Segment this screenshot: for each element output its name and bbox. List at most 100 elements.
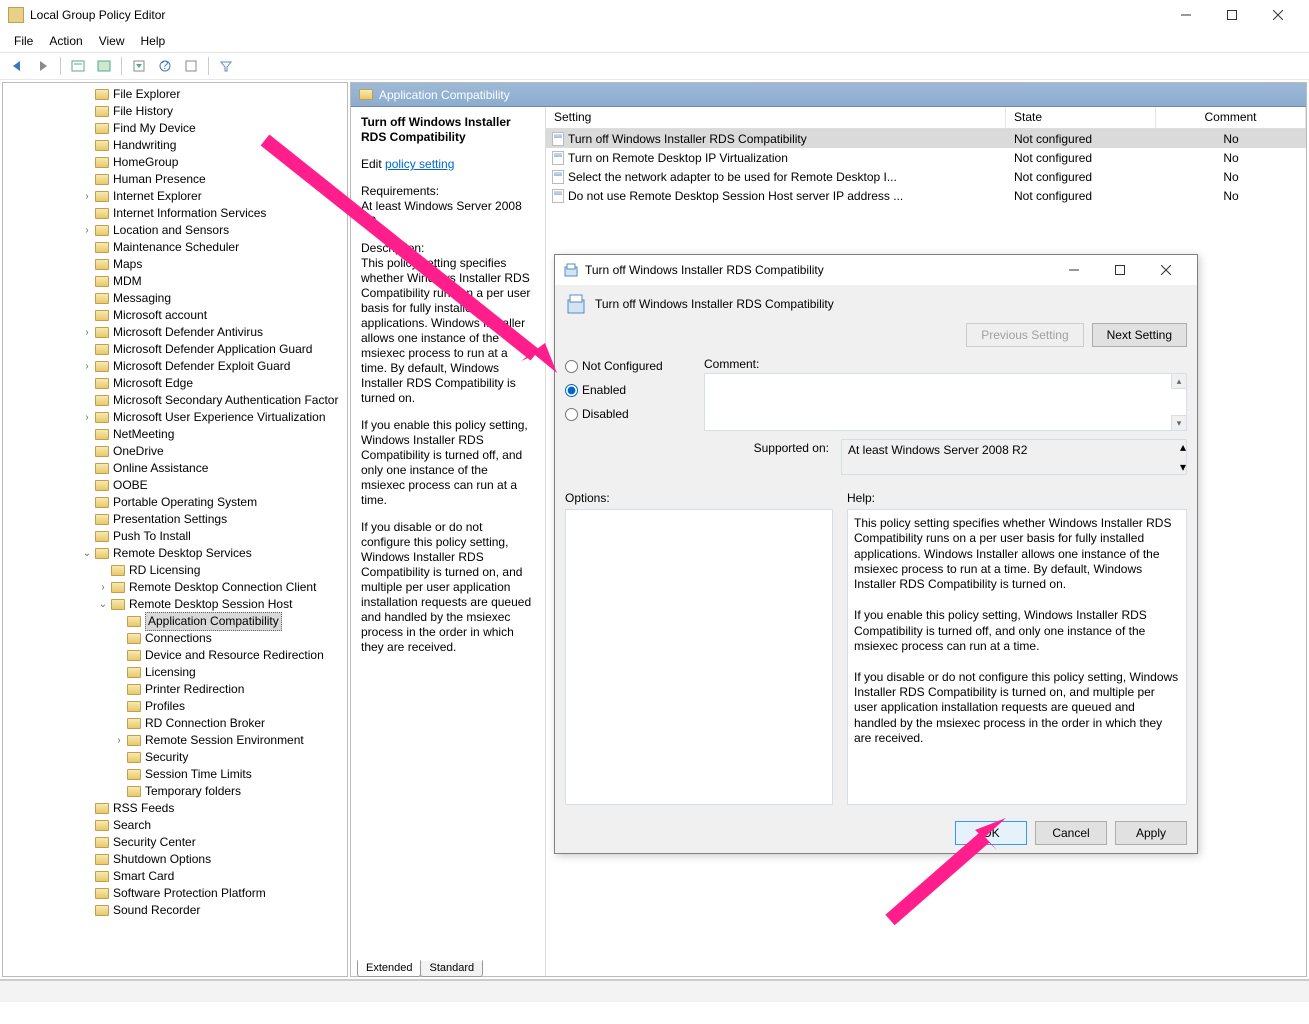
tree-item[interactable]: Messaging <box>3 290 347 307</box>
tree-item[interactable]: HomeGroup <box>3 154 347 171</box>
tree-item[interactable]: ›Microsoft Defender Antivirus <box>3 324 347 341</box>
col-comment[interactable]: Comment <box>1156 107 1306 128</box>
tree-item[interactable]: Presentation Settings <box>3 511 347 528</box>
tree-item[interactable]: Maps <box>3 256 347 273</box>
menu-help[interactable]: Help <box>133 32 174 50</box>
tree-item[interactable]: ⌄Remote Desktop Session Host <box>3 596 347 613</box>
menu-file[interactable]: File <box>6 32 41 50</box>
folder-icon <box>95 463 109 474</box>
radio-enabled[interactable]: Enabled <box>565 383 690 397</box>
tree-item[interactable]: ›Microsoft Defender Exploit Guard <box>3 358 347 375</box>
tree-item[interactable]: Profiles <box>3 698 347 715</box>
list-row[interactable]: Turn on Remote Desktop IP Virtualization… <box>546 148 1306 167</box>
tree-item[interactable]: RD Connection Broker <box>3 715 347 732</box>
tree-item[interactable]: ›Microsoft User Experience Virtualizatio… <box>3 409 347 426</box>
tree-item[interactable]: ›Remote Session Environment <box>3 732 347 749</box>
tree-item[interactable]: Sound Recorder <box>3 902 347 919</box>
tree-item[interactable]: Printer Redirection <box>3 681 347 698</box>
tree-item[interactable]: File History <box>3 103 347 120</box>
tree-item[interactable]: Search <box>3 817 347 834</box>
dialog-maximize-button[interactable] <box>1097 255 1143 285</box>
tree-item[interactable]: Smart Card <box>3 868 347 885</box>
previous-setting-button[interactable]: Previous Setting <box>966 323 1083 347</box>
dialog-close-button[interactable] <box>1143 255 1189 285</box>
ok-button[interactable]: OK <box>955 821 1027 845</box>
tree-item[interactable]: File Explorer <box>3 86 347 103</box>
dialog-minimize-button[interactable] <box>1051 255 1097 285</box>
tree-item[interactable]: Application Compatibility <box>3 613 347 630</box>
forward-button[interactable] <box>32 55 54 77</box>
setting-icon <box>552 170 564 184</box>
setting-comment: No <box>1156 151 1306 165</box>
tree-item[interactable]: ⌄Remote Desktop Services <box>3 545 347 562</box>
scroll-up-icon[interactable]: ▴ <box>1171 374 1186 389</box>
tree-item[interactable]: Temporary folders <box>3 783 347 800</box>
minimize-button[interactable] <box>1163 0 1209 30</box>
radio-disabled[interactable]: Disabled <box>565 407 690 421</box>
tree-item[interactable]: Security <box>3 749 347 766</box>
tool-btn-3[interactable] <box>128 55 150 77</box>
tab-standard[interactable]: Standard <box>420 960 483 977</box>
tree-item[interactable]: NetMeeting <box>3 426 347 443</box>
col-setting[interactable]: Setting <box>546 107 1006 128</box>
tool-btn-1[interactable] <box>67 55 89 77</box>
list-row[interactable]: Select the network adapter to be used fo… <box>546 167 1306 186</box>
scroll-down-icon[interactable]: ▾ <box>1171 415 1186 430</box>
scroll-down-icon[interactable]: ▾ <box>1180 460 1186 474</box>
tree-item[interactable]: Online Assistance <box>3 460 347 477</box>
next-setting-button[interactable]: Next Setting <box>1092 323 1187 347</box>
cancel-button[interactable]: Cancel <box>1035 821 1107 845</box>
tree-item[interactable]: OneDrive <box>3 443 347 460</box>
tree-item[interactable]: Microsoft Edge <box>3 375 347 392</box>
tree-pane[interactable]: File ExplorerFile HistoryFind My DeviceH… <box>2 82 348 977</box>
tree-item[interactable]: Device and Resource Redirection <box>3 647 347 664</box>
back-button[interactable] <box>6 55 28 77</box>
tree-item[interactable]: RD Licensing <box>3 562 347 579</box>
tree-item[interactable]: Session Time Limits <box>3 766 347 783</box>
tool-btn-2[interactable] <box>93 55 115 77</box>
tree-item[interactable]: ›Location and Sensors <box>3 222 347 239</box>
list-row[interactable]: Do not use Remote Desktop Session Host s… <box>546 186 1306 205</box>
filter-button[interactable] <box>215 55 237 77</box>
tree-item[interactable]: OOBE <box>3 477 347 494</box>
tree-item[interactable]: ›Remote Desktop Connection Client <box>3 579 347 596</box>
tree-item[interactable]: Human Presence <box>3 171 347 188</box>
scroll-up-icon[interactable]: ▴ <box>1180 440 1186 454</box>
tree-item[interactable]: MDM <box>3 273 347 290</box>
menu-view[interactable]: View <box>91 32 133 50</box>
apply-button[interactable]: Apply <box>1115 821 1187 845</box>
tree-item[interactable]: Portable Operating System <box>3 494 347 511</box>
close-button[interactable] <box>1255 0 1301 30</box>
tree-item[interactable]: Shutdown Options <box>3 851 347 868</box>
folder-icon <box>95 327 109 338</box>
tree-item[interactable]: RSS Feeds <box>3 800 347 817</box>
tree-item[interactable]: Internet Information Services <box>3 205 347 222</box>
tree-item[interactable]: ›Internet Explorer <box>3 188 347 205</box>
tree-item[interactable]: Handwriting <box>3 137 347 154</box>
radio-not-configured[interactable]: Not Configured <box>565 359 690 373</box>
tree-item[interactable]: Microsoft Defender Application Guard <box>3 341 347 358</box>
tree-item[interactable]: Find My Device <box>3 120 347 137</box>
tree-label: Smart Card <box>113 868 174 885</box>
tree-label: Microsoft Defender Antivirus <box>113 324 263 341</box>
menu-action[interactable]: Action <box>41 32 90 50</box>
maximize-button[interactable] <box>1209 0 1255 30</box>
edit-policy-link[interactable]: policy setting <box>385 157 454 171</box>
tree-item[interactable]: Connections <box>3 630 347 647</box>
tree-item[interactable]: Security Center <box>3 834 347 851</box>
tree-label: MDM <box>113 273 142 290</box>
tool-btn-5[interactable] <box>180 55 202 77</box>
tool-btn-4[interactable]: ? <box>154 55 176 77</box>
tree-item[interactable]: Microsoft account <box>3 307 347 324</box>
comment-textbox[interactable]: ▴▾ <box>704 373 1187 431</box>
help-label: Help: <box>847 491 1187 505</box>
tree-item[interactable]: Maintenance Scheduler <box>3 239 347 256</box>
tree-item[interactable]: Microsoft Secondary Authentication Facto… <box>3 392 347 409</box>
col-state[interactable]: State <box>1006 107 1156 128</box>
tree-item[interactable]: Licensing <box>3 664 347 681</box>
tree-item[interactable]: Push To Install <box>3 528 347 545</box>
tab-extended[interactable]: Extended <box>357 960 421 977</box>
tree-item[interactable]: Software Protection Platform <box>3 885 347 902</box>
list-row[interactable]: Turn off Windows Installer RDS Compatibi… <box>546 129 1306 148</box>
requirements-value: At least Windows Server 2008 R2 <box>361 199 535 229</box>
